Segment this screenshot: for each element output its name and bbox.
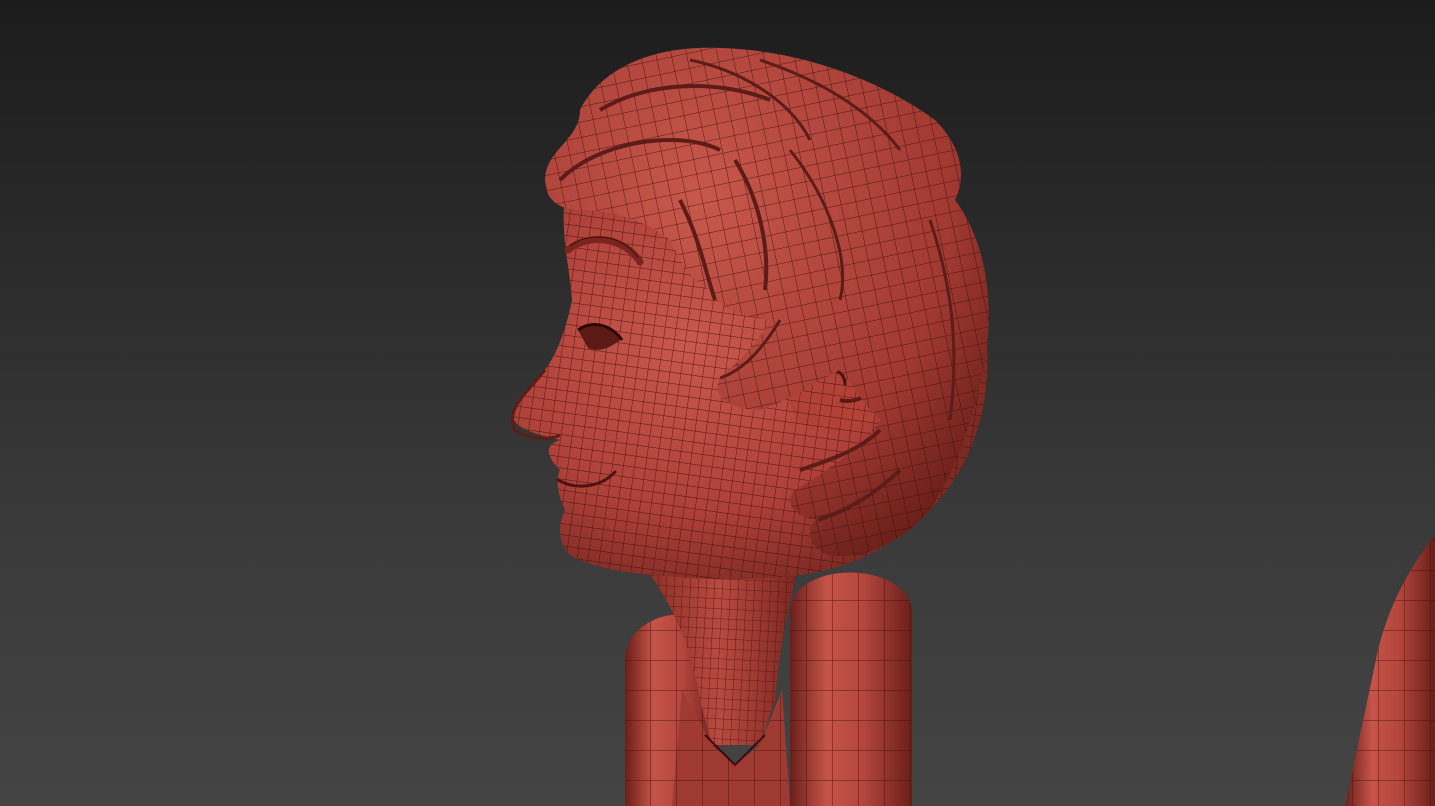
3d-viewport[interactable] — [0, 0, 1435, 806]
arm-far-right — [1345, 535, 1435, 806]
right-shoulder — [790, 572, 912, 806]
sculpt-scene — [510, 47, 1435, 806]
